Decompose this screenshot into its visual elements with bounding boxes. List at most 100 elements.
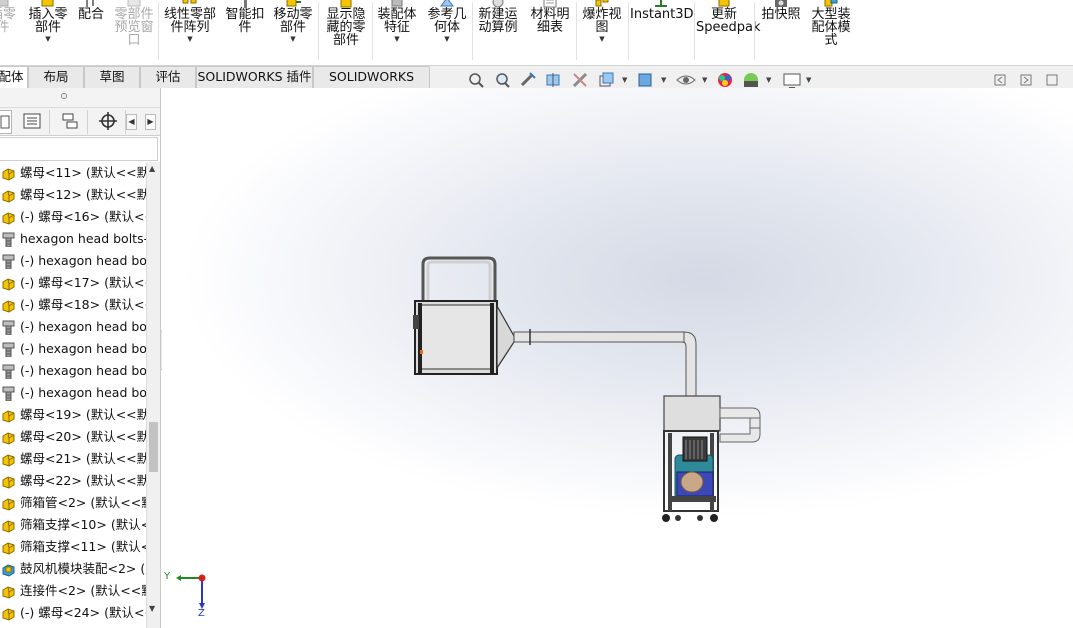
- tree-item-label: (-) hexagon head bolt: [20, 385, 146, 400]
- tab-solidworks-addins[interactable]: SOLIDWORKS 插件: [196, 66, 313, 88]
- linear-pattern-icon: [182, 0, 198, 8]
- chevron-down-icon[interactable]: ▼: [661, 76, 666, 84]
- tree-item-label: hexagon head bolts-f: [20, 231, 146, 246]
- tree-item[interactable]: 螺母<22> (默认<<默认: [0, 470, 146, 492]
- chevron-down-icon[interactable]: ▼: [622, 76, 627, 84]
- dropdown-arrow-icon[interactable]: ▼: [578, 35, 626, 43]
- part-icon: [1, 210, 16, 225]
- tree-item-label: 螺母<20> (默认<<默认: [20, 429, 146, 444]
- tab-solidworks-mbd[interactable]: SOLIDWORKS MBD: [313, 66, 430, 104]
- tree-item[interactable]: 筛箱支撑<10> (默认<<: [0, 514, 146, 536]
- graphics-area[interactable]: Y Z: [162, 88, 1073, 628]
- tile-window-icon[interactable]: [1020, 74, 1032, 86]
- part-icon: [1, 166, 16, 181]
- instant3d-button[interactable]: Instant3D: [630, 0, 694, 62]
- scroll-thumb[interactable]: [149, 422, 158, 472]
- motion-study-icon: [490, 0, 506, 8]
- tree-item[interactable]: 螺母<11> (默认<<默认: [0, 162, 146, 184]
- filter-field[interactable]: [0, 138, 157, 160]
- ribbon-button-partial[interactable]: 插零 件: [0, 0, 20, 62]
- tree-item[interactable]: 螺母<21> (默认<<默认: [0, 448, 146, 470]
- tree-item[interactable]: 螺母<19> (默认<<默认: [0, 404, 146, 426]
- tab-assembly[interactable]: 配体: [0, 66, 28, 88]
- tab-scroll-left-icon[interactable]: ◀: [126, 114, 137, 130]
- bolt-icon: [1, 342, 16, 358]
- tree-item[interactable]: 鼓风机模块装配<2> (默: [0, 558, 146, 580]
- show-hidden-components-button[interactable]: 显示隐 藏的零 部件: [322, 0, 370, 62]
- linear-pattern-button[interactable]: 线性零部 件阵列 ▼: [160, 0, 220, 62]
- close-window-icon[interactable]: [1046, 74, 1058, 86]
- update-speedpak-button[interactable]: 更新 Speedpak: [696, 0, 761, 62]
- large-assembly-mode-button[interactable]: 大型装 配体模 式: [806, 0, 856, 62]
- tab-sketch[interactable]: 草图: [84, 66, 140, 88]
- tree-item[interactable]: (-) hexagon head bolt: [0, 382, 146, 404]
- part-icon: [1, 430, 16, 445]
- triad-y-label: Y: [164, 571, 171, 582]
- mate-button[interactable]: 配合: [74, 0, 108, 62]
- restore-window-icon[interactable]: [994, 74, 1006, 86]
- chevron-down-icon[interactable]: ▼: [766, 76, 771, 84]
- move-component-button[interactable]: 移动零 部件 ▼: [270, 0, 316, 62]
- triad-origin: [198, 574, 206, 582]
- instant3d-icon: [653, 0, 669, 8]
- configuration-manager-tab[interactable]: [52, 110, 88, 134]
- tree-item-label: 筛箱支撑<11> (默认<<: [20, 539, 146, 554]
- dropdown-arrow-icon[interactable]: ▼: [270, 35, 316, 43]
- tree-item[interactable]: (-) hexagon head bolt: [0, 316, 146, 338]
- exploded-view-button[interactable]: 爆炸视 图 ▼: [578, 0, 626, 62]
- insert-component-button[interactable]: 插入零 部件 ▼: [24, 0, 72, 62]
- tree-item-label: 螺母<11> (默认<<默认: [20, 165, 146, 180]
- camera-icon: [773, 0, 789, 8]
- tab-evaluate[interactable]: 评估: [140, 66, 196, 88]
- tree-item[interactable]: (-) hexagon head bolt: [0, 338, 146, 360]
- assembly-features-button[interactable]: 装配体 特征 ▼: [374, 0, 420, 62]
- tree-item-label: 鼓风机模块装配<2> (默: [20, 561, 146, 576]
- tree-item[interactable]: 螺母<12> (默认<<默认: [0, 184, 146, 206]
- tree-item-label: 螺母<12> (默认<<默认: [20, 187, 146, 202]
- chevron-down-icon[interactable]: ▼: [806, 76, 811, 84]
- tree-item-label: (-) 螺母<17> (默认<<默: [20, 275, 146, 290]
- dropdown-arrow-icon[interactable]: ▼: [374, 35, 420, 43]
- dimxpert-manager-tab[interactable]: [90, 110, 126, 134]
- tree-item[interactable]: 连接件<2> (默认<<默认: [0, 580, 146, 602]
- tab-scroll-right-icon[interactable]: ▶: [145, 114, 156, 130]
- tree-item[interactable]: 螺母<20> (默认<<默认: [0, 426, 146, 448]
- dropdown-arrow-icon[interactable]: ▼: [424, 35, 470, 43]
- tree-item[interactable]: (-) 螺母<17> (默认<<默: [0, 272, 146, 294]
- tree-item[interactable]: (-) 螺母<24> (默认<<默: [0, 602, 146, 624]
- ribbon-separator: [318, 2, 319, 60]
- tree-item-label: 螺母<19> (默认<<默认: [20, 407, 146, 422]
- tree-item-label: (-) hexagon head bolt: [20, 341, 146, 356]
- dropdown-arrow-icon[interactable]: ▼: [160, 35, 220, 43]
- component-preview-button[interactable]: 零部件 预览窗 口: [110, 0, 158, 62]
- preview-window-icon: [126, 0, 142, 8]
- tree-item[interactable]: hexagon head bolts-f: [0, 228, 146, 250]
- feature-tree-tab[interactable]: [0, 110, 12, 134]
- ribbon-separator: [576, 2, 577, 60]
- reference-geometry-button[interactable]: 参考几 何体 ▼: [424, 0, 470, 62]
- scroll-up-icon[interactable]: ▲: [149, 164, 155, 173]
- take-snapshot-button[interactable]: 拍快照: [756, 0, 806, 62]
- tree-item[interactable]: (-) hexagon head bolt: [0, 360, 146, 382]
- property-manager-tab[interactable]: [14, 110, 50, 134]
- tree-item[interactable]: 筛箱支撑<11> (默认<<: [0, 536, 146, 558]
- part-icon: [1, 584, 16, 599]
- tree-scrollbar[interactable]: ▲ ▼: [146, 162, 160, 628]
- ribbon-separator: [694, 2, 695, 60]
- bill-of-materials-button[interactable]: 材料明 细表: [526, 0, 574, 62]
- assembly-model: [413, 256, 761, 522]
- panel-grip[interactable]: [0, 88, 160, 108]
- tree-item[interactable]: (-) 螺母<16> (默认<<默: [0, 206, 146, 228]
- tab-layout[interactable]: 布局: [28, 66, 84, 88]
- exploded-view-icon: [594, 0, 610, 8]
- new-motion-study-button[interactable]: 新建运 动算例: [474, 0, 522, 62]
- tree-item[interactable]: 筛箱管<2> (默认<<默认: [0, 492, 146, 514]
- smart-fasteners-button[interactable]: 智能扣 件: [222, 0, 268, 62]
- part-icon: [0, 0, 11, 8]
- dropdown-arrow-icon[interactable]: ▼: [24, 35, 72, 43]
- tree-item[interactable]: (-) 螺母<18> (默认<<默: [0, 294, 146, 316]
- chevron-down-icon[interactable]: ▼: [702, 76, 707, 84]
- tree-item[interactable]: (-) hexagon head bolt: [0, 250, 146, 272]
- scroll-down-icon[interactable]: ▼: [149, 604, 155, 613]
- tree-filter-input[interactable]: [0, 137, 158, 161]
